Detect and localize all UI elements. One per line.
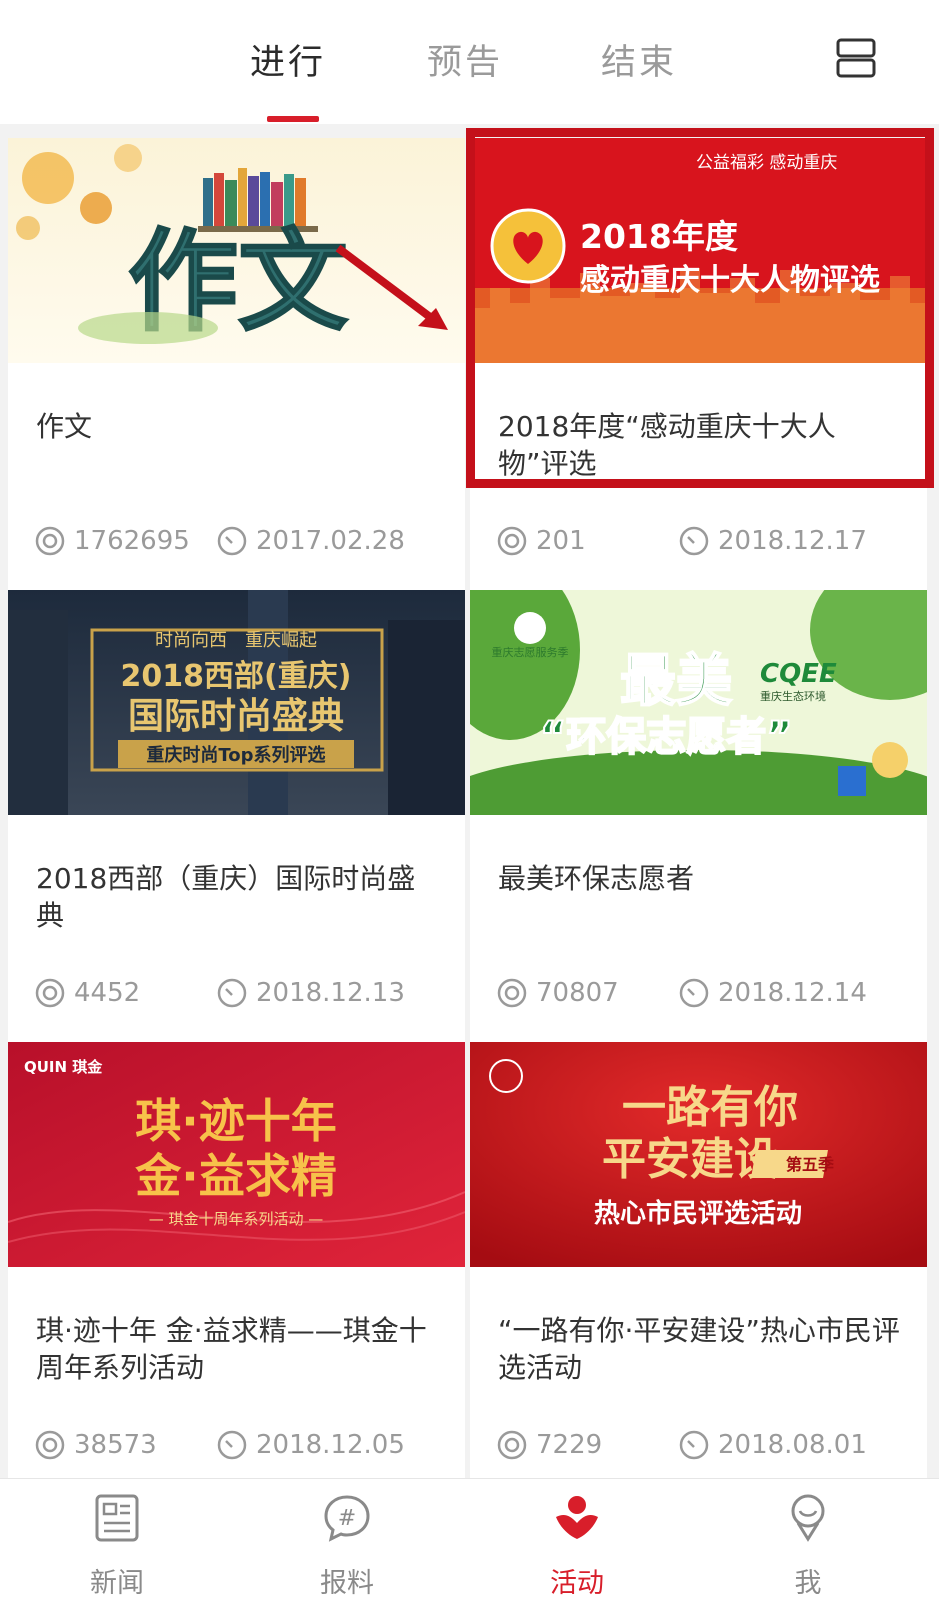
activity-card[interactable]: QUIN 琪金 琪·迹十年 金·益求精 — 琪金十周年系列活动 — 琪·迹十年 …: [8, 1042, 465, 1502]
nav-report[interactable]: # 报料: [287, 1489, 407, 1599]
nav-me[interactable]: 我: [748, 1489, 868, 1599]
tab-ended[interactable]: 结束: [601, 34, 677, 85]
bottom-navigation: 新闻 # 报料 活动 我: [0, 1478, 939, 1600]
view-count-value: 1762695: [74, 526, 190, 556]
banner-logo: CQEE: [760, 659, 837, 689]
activity-card[interactable]: 一路有你 平安建设 第五季 热心市民评选活动 “一路有你·平安建设”热心市民评选…: [470, 1042, 927, 1502]
post-date: 2018.12.05: [216, 1429, 405, 1461]
card-banner-image: 一路有你 平安建设 第五季 热心市民评选活动: [470, 1042, 927, 1267]
view-count: 4452: [34, 977, 140, 1009]
card-title: 作文: [36, 410, 93, 443]
banner-line1: 琪·迹十年: [135, 1094, 336, 1148]
banner-strip: 重庆时尚Top系列评选: [146, 744, 325, 766]
view-count-value: 4452: [74, 978, 141, 1008]
post-date-value: 2018.12.05: [256, 1430, 405, 1460]
activity-card[interactable]: 作文 作文 1762695 2017.02.28: [8, 138, 465, 598]
view-count-value: 201: [536, 526, 586, 556]
post-date-value: 2018.12.17: [718, 526, 867, 556]
tab-ongoing[interactable]: 进行: [250, 34, 326, 85]
view-count-value: 7229: [536, 1430, 603, 1460]
card-title: 琪·迹十年 金·益求精——琪金十周年系列活动: [36, 1314, 427, 1384]
card-banner-image: 作文: [8, 138, 465, 363]
layout-toggle-icon[interactable]: [836, 38, 876, 78]
clock-icon: [679, 978, 709, 1008]
activity-icon: [556, 1496, 598, 1539]
post-date-value: 2018.12.14: [718, 978, 867, 1008]
post-date: 2018.08.01: [678, 1429, 867, 1461]
view-count: 201: [496, 525, 586, 557]
nav-news[interactable]: 新闻: [57, 1489, 177, 1599]
eye-icon: [35, 526, 65, 556]
banner-top: 时尚向西 重庆崛起: [155, 630, 317, 651]
banner-line1: 2018年度: [580, 217, 738, 256]
eye-icon: [497, 1430, 527, 1460]
post-date: 2018.12.14: [678, 977, 867, 1009]
banner-line2: “环保志愿者”: [540, 714, 793, 760]
card-title: “一路有你·平安建设”热心市民评选活动: [498, 1314, 900, 1384]
card-banner-image: 时尚向西 重庆崛起 2018西部(重庆) 国际时尚盛典 重庆时尚Top系列评选: [8, 590, 465, 815]
news-icon: [95, 1494, 139, 1542]
eye-icon: [497, 978, 527, 1008]
banner-brand: 公益福彩 感动重庆: [696, 153, 837, 173]
banner-line1: 最美: [620, 649, 732, 714]
banner-line2: 国际时尚盛典: [128, 696, 344, 737]
post-date-value: 2017.02.28: [256, 526, 405, 556]
banner-logo-sub: 重庆生态环境: [760, 689, 826, 703]
eye-icon: [35, 978, 65, 1008]
post-date: 2018.12.17: [678, 525, 867, 557]
activity-card[interactable]: 公益福彩 感动重庆 2018年度 感动重庆十大人物评选 2018年度“感动重庆十…: [470, 138, 927, 598]
hashtag-chat-icon: #: [324, 1495, 370, 1542]
banner-strip: — 琪金十周年系列活动 —: [149, 1210, 324, 1228]
view-count-value: 70807: [536, 978, 619, 1008]
view-count-value: 38573: [74, 1430, 157, 1460]
post-date: 2018.12.13: [216, 977, 405, 1009]
clock-icon: [679, 526, 709, 556]
nav-label: 报料: [320, 1568, 374, 1599]
card-banner-image: 公益福彩 感动重庆 2018年度 感动重庆十大人物评选: [470, 138, 927, 363]
banner-badge: 重庆志愿服务季: [492, 645, 569, 659]
nav-label: 我: [794, 1568, 822, 1599]
active-tab-indicator: [267, 116, 319, 122]
view-count: 7229: [496, 1429, 602, 1461]
card-banner-image: 重庆志愿服务季 最美 CQEE 重庆生态环境 “环保志愿者”: [470, 590, 927, 815]
eye-icon: [35, 1430, 65, 1460]
banner-brand: QUIN 琪金: [24, 1058, 103, 1076]
nav-label: 活动: [550, 1568, 604, 1599]
nav-activity[interactable]: 活动: [517, 1489, 637, 1599]
view-count: 38573: [34, 1429, 157, 1461]
card-title: 最美环保志愿者: [498, 862, 695, 895]
view-count: 1762695: [34, 525, 190, 557]
tab-upcoming[interactable]: 预告: [427, 34, 503, 85]
banner-badge: 第五季: [786, 1155, 835, 1174]
banner-line2: 金·益求精: [134, 1149, 336, 1203]
svg-text:#: #: [338, 1506, 356, 1531]
clock-icon: [217, 1430, 247, 1460]
top-tab-bar: 进行 预告 结束: [0, 0, 939, 124]
clock-icon: [217, 978, 247, 1008]
view-count: 70807: [496, 977, 619, 1009]
card-title: 2018西部（重庆）国际时尚盛典: [36, 862, 416, 932]
eye-icon: [497, 526, 527, 556]
card-title: 2018年度“感动重庆十大人物”评选: [498, 410, 836, 480]
banner-line1: 一路有你: [622, 1082, 798, 1133]
nav-label: 新闻: [90, 1568, 144, 1599]
clock-icon: [679, 1430, 709, 1460]
card-banner-image: QUIN 琪金 琪·迹十年 金·益求精 — 琪金十周年系列活动 —: [8, 1042, 465, 1267]
clock-icon: [217, 526, 247, 556]
activity-card[interactable]: 重庆志愿服务季 最美 CQEE 重庆生态环境 “环保志愿者” 最美环保志愿者 7…: [470, 590, 927, 1050]
banner-line1: 2018西部(重庆): [121, 659, 352, 694]
banner-line2: 感动重庆十大人物评选: [580, 263, 880, 298]
post-date: 2017.02.28: [216, 525, 405, 557]
profile-icon: [791, 1494, 825, 1542]
post-date-value: 2018.12.13: [256, 978, 405, 1008]
post-date-value: 2018.08.01: [718, 1430, 867, 1460]
activity-card[interactable]: 时尚向西 重庆崛起 2018西部(重庆) 国际时尚盛典 重庆时尚Top系列评选 …: [8, 590, 465, 1050]
banner-line3: 热心市民评选活动: [594, 1198, 802, 1229]
